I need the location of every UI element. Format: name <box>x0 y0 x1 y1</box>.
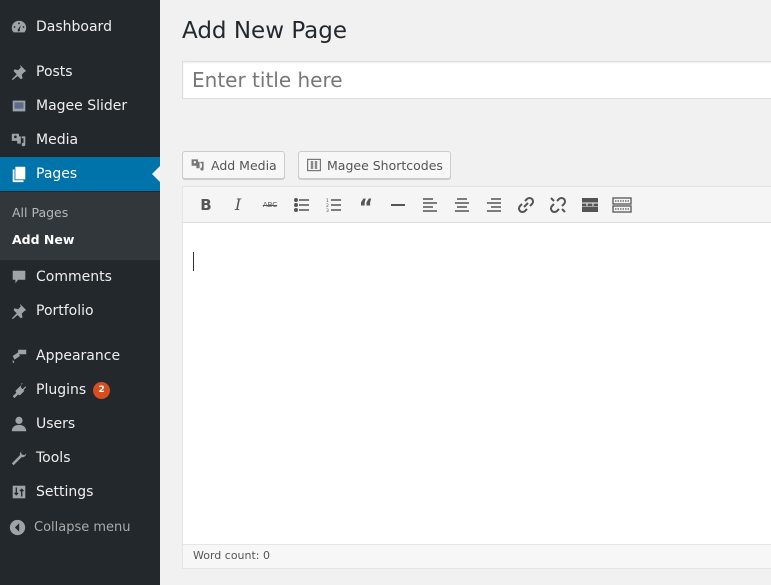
submenu-all-pages[interactable]: All Pages <box>12 205 68 220</box>
page-title: Add New Page <box>182 18 347 44</box>
horizontal-rule-icon <box>391 203 405 206</box>
quote-icon: “ <box>358 195 374 221</box>
align-right-icon <box>487 197 501 212</box>
insert-link-button[interactable] <box>510 191 542 219</box>
read-more-button[interactable] <box>574 191 606 219</box>
add-media-button[interactable]: Add Media <box>182 151 285 179</box>
title-input[interactable] <box>182 61 771 99</box>
numbered-list-button[interactable]: 123 <box>318 191 350 219</box>
italic-icon: I <box>234 195 242 214</box>
remove-link-button[interactable] <box>542 191 574 219</box>
numbered-list-icon: 123 <box>326 198 341 212</box>
sidebar-item-tools[interactable]: Tools <box>0 441 160 475</box>
pages-icon <box>0 165 36 183</box>
unlink-icon <box>549 196 567 213</box>
align-left-icon <box>423 197 437 212</box>
media-icon <box>0 131 36 149</box>
sidebar-item-users[interactable]: Users <box>0 407 160 441</box>
sidebar-item-magee-slider[interactable]: Magee Slider <box>0 89 160 123</box>
dashboard-icon <box>0 18 36 36</box>
horizontal-rule-button[interactable] <box>382 191 414 219</box>
keyboard-icon <box>612 196 632 213</box>
media-icon <box>191 159 204 171</box>
sidebar-item-posts[interactable]: Posts <box>0 55 160 89</box>
sidebar-item-appearance[interactable]: Appearance <box>0 339 160 373</box>
bold-icon: B <box>200 195 212 214</box>
shortcode-icon <box>307 158 321 172</box>
update-count-badge: 2 <box>93 381 111 399</box>
sidebar-item-comments[interactable]: Comments <box>0 260 160 294</box>
sidebar-item-plugins[interactable]: Plugins 2 <box>0 373 160 407</box>
italic-button[interactable]: I <box>222 191 254 219</box>
editor-status-bar: Word count: 0 <box>183 544 771 568</box>
svg-text:3: 3 <box>326 208 329 212</box>
align-left-button[interactable] <box>414 191 446 219</box>
word-count: Word count: 0 <box>193 549 271 562</box>
magee-shortcodes-button[interactable]: Magee Shortcodes <box>298 151 451 179</box>
collapse-arrow-icon <box>0 519 34 536</box>
submenu-add-new[interactable]: Add New <box>12 232 74 247</box>
main-content: Add New Page Add Media Magee Shortcodes … <box>160 0 771 585</box>
pin-icon <box>0 302 36 320</box>
sidebar-item-pages[interactable]: Pages <box>0 157 160 191</box>
link-icon <box>517 196 535 213</box>
admin-sidebar: Dashboard Posts Magee Slider Media Pages… <box>0 0 160 585</box>
editor-content-area[interactable] <box>183 224 771 544</box>
strikethrough-icon: ABC <box>262 200 278 209</box>
bullet-list-button[interactable] <box>286 191 318 219</box>
strikethrough-button[interactable]: ABC <box>254 191 286 219</box>
slider-icon <box>0 97 36 115</box>
read-more-icon <box>582 197 598 212</box>
align-center-button[interactable] <box>446 191 478 219</box>
pages-submenu: All Pages Add New <box>0 192 160 260</box>
collapse-menu-button[interactable]: Collapse menu <box>0 515 160 539</box>
collapse-menu-label: Collapse menu <box>34 519 131 535</box>
comment-icon <box>0 268 36 286</box>
content-editor: B I ABC 123 “ Word count: 0 <box>182 186 771 569</box>
align-center-icon <box>455 197 469 212</box>
settings-icon <box>0 483 36 501</box>
editor-toolbar: B I ABC 123 “ <box>183 187 771 223</box>
brush-icon <box>0 347 36 365</box>
sidebar-item-portfolio[interactable]: Portfolio <box>0 294 160 328</box>
align-right-button[interactable] <box>478 191 510 219</box>
wrench-icon <box>0 449 36 467</box>
sidebar-item-media[interactable]: Media <box>0 123 160 157</box>
toolbar-toggle-button[interactable] <box>606 191 638 219</box>
bold-button[interactable]: B <box>190 191 222 219</box>
blockquote-button[interactable]: “ <box>350 191 382 219</box>
sidebar-item-settings[interactable]: Settings <box>0 475 160 509</box>
text-cursor <box>193 252 194 271</box>
pin-icon <box>0 63 36 81</box>
user-icon <box>0 415 36 433</box>
bullet-list-icon <box>294 197 309 212</box>
sidebar-item-dashboard[interactable]: Dashboard <box>0 10 160 44</box>
plugin-icon <box>0 381 36 399</box>
